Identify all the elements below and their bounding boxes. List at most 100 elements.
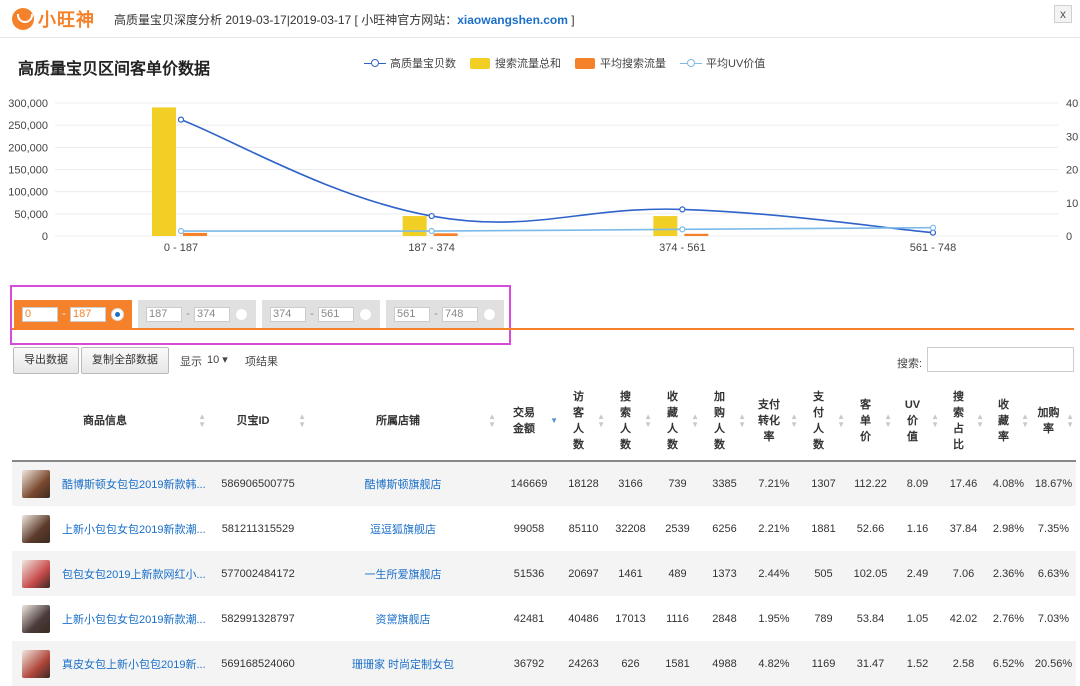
line-point	[428, 227, 435, 235]
close-button[interactable]: x	[1054, 5, 1072, 23]
table-row[interactable]: 上新小包包女包2019新款潮... 582991328797 资黛旗舰店 42481 4…	[12, 596, 1076, 641]
legend-label: 平均UV价值	[706, 58, 766, 70]
shop-link[interactable]: 一生所爱旗舰店	[365, 569, 442, 581]
table-row[interactable]: 包包女包2019上新款网红小... 577002484172 一生所爱旗舰店 5153…	[12, 551, 1076, 596]
range-to-input[interactable]	[70, 306, 106, 322]
shop-cell: 一生所爱旗舰店	[308, 551, 498, 596]
title-suffix: ]	[567, 13, 575, 27]
range-to-input[interactable]	[442, 306, 478, 322]
range-to-input[interactable]	[318, 306, 354, 322]
series-line	[180, 226, 934, 232]
metric-cell: 20697	[568, 567, 599, 580]
table-row[interactable]: 酷博斯顿女包包2019新款韩... 586906500775 酷博斯顿旗舰店 1466…	[12, 461, 1076, 506]
product-link[interactable]: 包包女包2019上新款网红小...	[62, 569, 206, 581]
range-to-input[interactable]	[194, 306, 230, 322]
y-tick-label: 150,000	[8, 165, 48, 177]
shop-link[interactable]: 逗逗狐旗舰店	[370, 524, 436, 536]
col-header[interactable]: 加购率 ▲ ▼	[1031, 381, 1076, 462]
page-size-select[interactable]: 10 ▾	[207, 353, 228, 366]
col-header[interactable]: 搜索人数 ▲ ▼	[607, 381, 654, 462]
brand-logo: 小旺神	[12, 6, 95, 32]
col-header[interactable]: 贝宝ID ▲ ▼	[208, 381, 308, 462]
table-row[interactable]: 上新小包包女包2019新款潮... 581211315529 逗逗狐旗舰店 99058…	[12, 506, 1076, 551]
range-from-input[interactable]	[270, 306, 306, 322]
col-header[interactable]: 客单价 ▲ ▼	[847, 381, 894, 462]
site-link[interactable]: xiaowangshen.com	[457, 13, 568, 27]
range-radio[interactable]	[235, 308, 248, 321]
product-link[interactable]: 真皮女包上新小包包2019新...	[62, 659, 206, 671]
range-from-input[interactable]	[394, 306, 430, 322]
metric-cell: 6.52%	[992, 657, 1025, 670]
product-thumbnail[interactable]	[22, 514, 50, 543]
range-radio[interactable]	[111, 308, 124, 321]
product-cell: 包包女包2019上新款网红小...	[12, 551, 208, 596]
sort-icon: ▲ ▼	[1066, 411, 1074, 429]
sort-icon: ▲ ▼	[837, 411, 845, 429]
bar-marker-icon	[470, 57, 490, 69]
search-input[interactable]	[927, 347, 1074, 372]
metric-cell: 7.06	[952, 567, 975, 580]
metric-cell: 2.58	[952, 657, 975, 670]
shop-link[interactable]: 珊珊家 时尚定制女包	[352, 659, 454, 671]
col-header[interactable]: 所属店铺 ▲ ▼	[308, 381, 498, 462]
metric-cell: 789	[814, 612, 833, 625]
metric-cell: 2539	[665, 522, 690, 535]
metric-cell: 102.05	[853, 567, 888, 580]
shop-link[interactable]: 资黛旗舰店	[376, 614, 431, 626]
bar	[152, 107, 176, 236]
col-header[interactable]: 收藏率 ▲ ▼	[986, 381, 1031, 462]
item-id-cell: 577002484172	[221, 567, 295, 580]
metric-cell: 112.22	[854, 478, 887, 490]
col-header[interactable]: 商品信息 ▲ ▼	[12, 381, 208, 462]
product-thumbnail[interactable]	[22, 604, 50, 633]
range-tab-2[interactable]: -	[262, 300, 380, 328]
legend-item-count[interactable]: 高质量宝贝数	[364, 55, 456, 71]
export-data-button[interactable]: 导出数据	[13, 347, 79, 374]
col-header[interactable]: 收藏人数 ▲ ▼	[654, 381, 701, 462]
col-header[interactable]: 加购人数 ▲ ▼	[701, 381, 748, 462]
metric-cell: 24263	[568, 657, 599, 670]
table-row[interactable]: 真皮女包上新小包包2019新... 569168524060 珊珊家 时尚定制女包 3…	[12, 641, 1076, 686]
legend-item-search-total[interactable]: 搜索流量总和	[470, 55, 561, 71]
x-tick-label: 561 - 748	[910, 242, 956, 254]
range-from-input[interactable]	[22, 306, 58, 322]
y2-tick-label: 0	[1066, 231, 1072, 243]
product-cell: 上新小包包女包2019新款潮...	[12, 596, 208, 641]
legend-item-search-avg[interactable]: 平均搜索流量	[575, 55, 666, 71]
col-header[interactable]: 支付 转化率 ▲ ▼	[748, 381, 800, 462]
y2-tick-label: 30	[1066, 131, 1078, 143]
line-marker-icon	[680, 58, 702, 68]
range-from-input[interactable]	[146, 306, 182, 322]
sort-desc-icon: ▼	[550, 415, 558, 425]
line-point	[679, 206, 686, 213]
chart-legend: 高质量宝贝数 搜索流量总和 平均搜索流量 平均UV价值	[364, 55, 779, 71]
metric-cell: 2.36%	[992, 567, 1025, 580]
col-header[interactable]: 支付人数 ▲ ▼	[800, 381, 847, 462]
product-thumbnail[interactable]	[22, 649, 50, 678]
product-thumbnail[interactable]	[22, 470, 50, 498]
x-tick-label: 374 - 561	[659, 242, 705, 254]
range-radio[interactable]	[483, 308, 496, 321]
col-header[interactable]: 搜索占比 ▲ ▼	[941, 381, 986, 462]
metric-cell: 1.52	[906, 657, 929, 670]
product-link[interactable]: 酷博斯顿女包包2019新款韩...	[62, 479, 206, 491]
product-link[interactable]: 上新小包包女包2019新款潮...	[62, 524, 206, 536]
product-thumbnail[interactable]	[22, 559, 50, 588]
sort-icon: ▲ ▼	[691, 411, 699, 429]
range-tab-1[interactable]: -	[138, 300, 256, 328]
metric-cell: 2848	[712, 612, 737, 625]
product-link[interactable]: 上新小包包女包2019新款潮...	[62, 614, 206, 626]
range-tab-0[interactable]: -	[14, 300, 132, 328]
metric-cell: 99058	[513, 522, 545, 535]
shop-cell: 资黛旗舰店	[308, 596, 498, 641]
col-header[interactable]: UV 价值 ▲ ▼	[894, 381, 941, 462]
col-header[interactable]: 访客人数 ▲ ▼	[560, 381, 607, 462]
col-header[interactable]: 交易 金额 ▼	[498, 381, 560, 462]
range-tab-3[interactable]: -	[386, 300, 504, 328]
page-size-label: 显示	[180, 356, 202, 368]
y-tick-label: 100,000	[8, 187, 48, 199]
copy-all-data-button[interactable]: 复制全部数据	[81, 347, 169, 374]
legend-item-uv-value[interactable]: 平均UV价值	[680, 55, 765, 71]
shop-link[interactable]: 酷博斯顿旗舰店	[365, 479, 442, 491]
range-radio[interactable]	[359, 308, 372, 321]
